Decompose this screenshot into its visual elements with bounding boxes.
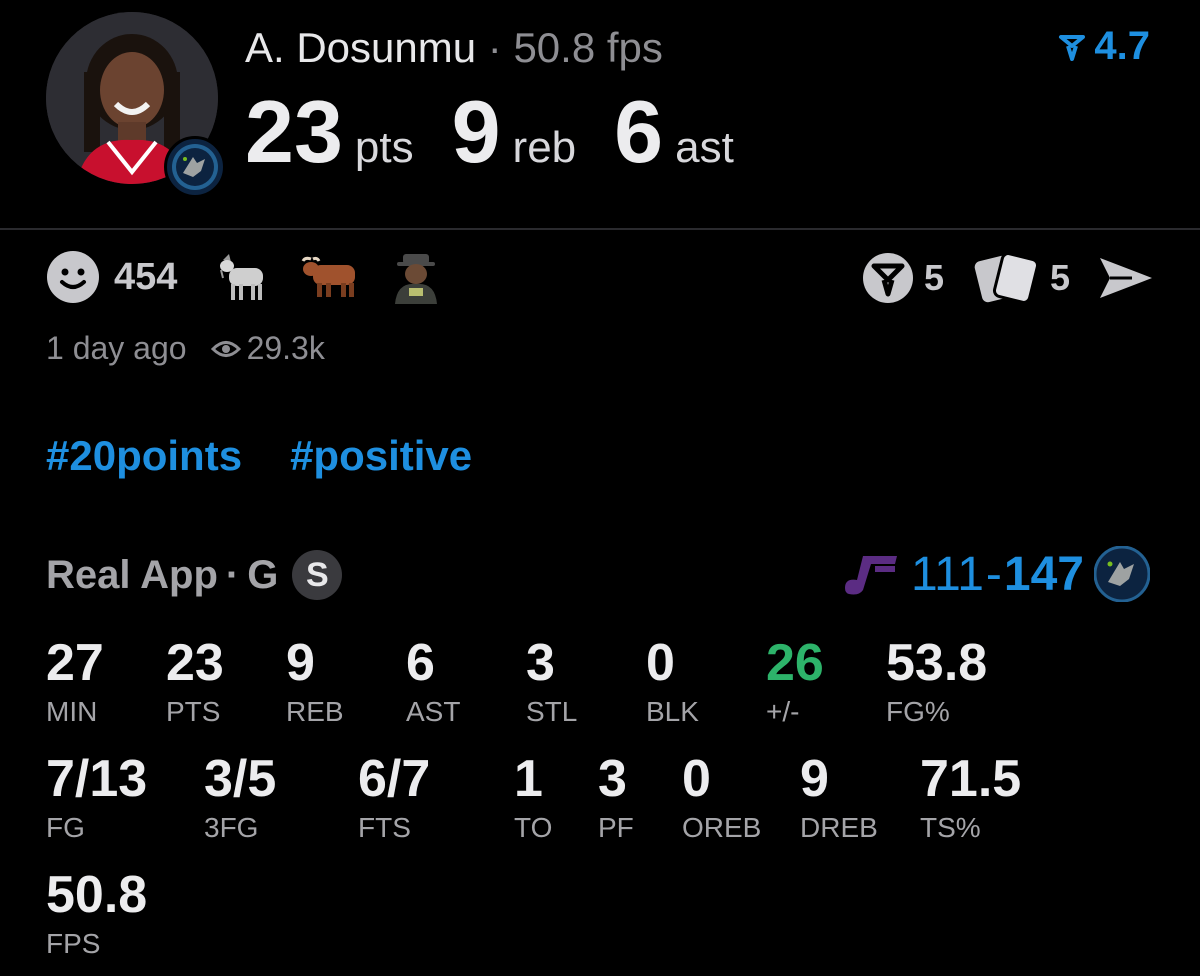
stat-label: TO — [514, 812, 553, 843]
stat-fg-pct: 53.8 FG% — [886, 634, 987, 728]
stat-dreb: 9 DREB — [800, 750, 878, 844]
view-count: 29.3k — [210, 330, 325, 367]
stat-value: 9 — [800, 750, 829, 808]
stat-label: STL — [526, 696, 578, 727]
stat-reb: 9 REB — [286, 634, 344, 728]
stat-value: 53.8 — [886, 634, 988, 692]
stat-value: 9 — [286, 634, 315, 692]
stat-stl: 3 STL — [526, 634, 577, 728]
stat-plus-minus: 26 +/- — [766, 634, 824, 728]
reaction-count: 454 — [114, 255, 178, 298]
stat-blk: 0 BLK — [646, 634, 699, 728]
stat-label: BLK — [646, 696, 699, 727]
stat-ts-pct: 71.5 TS% — [920, 750, 1021, 844]
stat-oreb: 0 OREB — [682, 750, 761, 844]
stat-3fg: 3/5 3FG — [204, 750, 276, 844]
player-header-line: A. Dosunmu · 50.8 fps — [245, 24, 663, 72]
jazz-logo-icon — [841, 552, 901, 596]
stat-value: 0 — [682, 750, 711, 808]
cards-icon[interactable] — [972, 250, 1042, 306]
stat-fg: 7/13 FG — [46, 750, 147, 844]
headline-statline: 23 pts 9 reb 6 ast — [245, 84, 772, 180]
stat-value: 3/5 — [204, 750, 277, 808]
score-opponent: 111 — [910, 547, 984, 601]
headline-rebounds-unit: reb — [512, 123, 577, 172]
timberwolves-logo-icon — [172, 144, 218, 190]
game-info: Real App · G S — [46, 550, 343, 600]
separator-dot: · — [487, 24, 502, 71]
predictions-count: 5 — [923, 257, 944, 298]
rating-badge[interactable]: 4.7 — [1058, 24, 1150, 69]
header-divider — [0, 228, 1200, 230]
timberwolves-logo-icon — [1094, 546, 1150, 602]
stat-label: MIN — [46, 696, 98, 727]
reactions-bar: 454 — [46, 250, 473, 304]
stat-value: 27 — [46, 634, 104, 692]
separator-dot: · — [225, 552, 240, 597]
stat-label: FG — [46, 812, 85, 843]
stat-label: PTS — [166, 696, 221, 727]
stat-pf: 3 PF — [598, 750, 634, 844]
stat-value: 50.8 — [46, 866, 148, 924]
stat-label: DREB — [800, 812, 878, 843]
bull-emoji[interactable] — [301, 255, 359, 299]
player-fps: 50.8 fps — [513, 24, 663, 71]
person-sticker[interactable] — [389, 250, 443, 304]
stat-label: FTS — [358, 812, 411, 843]
stat-value: 1 — [514, 750, 543, 808]
stat-label: 3FG — [204, 812, 259, 843]
score-team: 147 — [1003, 547, 1084, 601]
rating-value: 4.7 — [1094, 24, 1150, 68]
team-logo-badge — [164, 136, 226, 198]
player-position: G — [247, 552, 279, 597]
stat-value: 26 — [766, 634, 824, 692]
stats-source: Real App — [46, 552, 218, 597]
cards-count: 5 — [1049, 257, 1070, 298]
stat-fps: 50.8 FPS — [46, 866, 147, 960]
stat-value: 3 — [526, 634, 555, 692]
stat-fts: 6/7 FTS — [358, 750, 430, 844]
game-score[interactable]: 111-147 — [841, 546, 1150, 602]
stat-pts: 23 PTS — [166, 634, 224, 728]
stat-label: PF — [598, 812, 634, 843]
stat-label: FPS — [46, 928, 101, 959]
stat-min: 27 MIN — [46, 634, 104, 728]
predictions-icon[interactable] — [860, 250, 916, 306]
score-dash: - — [985, 547, 1002, 601]
headline-points-unit: pts — [354, 123, 414, 172]
post-time: 1 day ago — [46, 330, 187, 366]
stat-value: 3 — [598, 750, 627, 808]
goat-emoji[interactable] — [215, 250, 271, 304]
share-icon[interactable] — [1098, 254, 1154, 302]
stat-value: 71.5 — [920, 750, 1022, 808]
stat-value: 6 — [406, 634, 435, 692]
eye-icon — [210, 340, 241, 357]
headline-rebounds-value: 9 — [451, 82, 501, 181]
player-name[interactable]: A. Dosunmu — [245, 24, 476, 71]
stat-label: OREB — [682, 812, 762, 843]
stat-label: +/- — [766, 696, 800, 727]
hashtags: #20points #positive — [46, 432, 472, 480]
stat-to: 1 TO — [514, 750, 552, 844]
hashtag-positive[interactable]: #positive — [290, 432, 472, 480]
stat-value: 23 — [166, 634, 224, 692]
stat-value: 6/7 — [358, 750, 431, 808]
stat-label: FG% — [886, 696, 950, 727]
view-count-value: 29.3k — [246, 330, 325, 366]
stat-value: 0 — [646, 634, 675, 692]
smile-icon[interactable] — [46, 250, 100, 304]
stat-value: 7/13 — [46, 750, 148, 808]
stat-label: REB — [286, 696, 344, 727]
headline-points-value: 23 — [245, 82, 343, 181]
starter-badge: S — [292, 550, 343, 600]
headline-assists-value: 6 — [614, 82, 664, 181]
stat-ast: 6 AST — [406, 634, 460, 728]
stat-label: AST — [406, 696, 461, 727]
post-actions: 5 5 — [860, 250, 1154, 306]
headline-assists-unit: ast — [675, 123, 734, 172]
hashtag-20points[interactable]: #20points — [46, 432, 242, 480]
stat-label: TS% — [920, 812, 981, 843]
post-meta: 1 day ago 29.3k — [46, 330, 325, 367]
rating-arrow-icon — [1059, 34, 1086, 61]
